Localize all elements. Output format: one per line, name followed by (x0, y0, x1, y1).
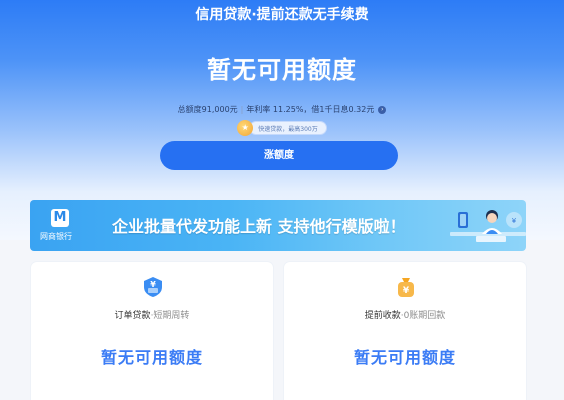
available-quota-status: 暂无可用额度 (207, 56, 357, 84)
svg-text:¥: ¥ (403, 286, 410, 296)
card-title: 订单贷款 (114, 311, 151, 321)
promo-banner[interactable]: M 网商银行 企业批量代发功能上新 支持他行模版啦！ ¥ (30, 200, 526, 251)
card-title: 提前收款 (364, 311, 401, 321)
card-subtitle: ·短期周转 (150, 311, 190, 321)
separator: | (240, 105, 244, 114)
info-arrow-icon[interactable]: › (378, 105, 387, 114)
early-collection-card[interactable]: ¥ 提前收款·0账期回款 暂无可用额度 (284, 262, 526, 400)
credit-info-line[interactable]: 总额度91,000元 | 年利率 11.25%，借1千日息0.32元 › (0, 104, 564, 115)
bank-logo: M 网商银行 (40, 209, 80, 243)
banner-headline: 企业批量代发功能上新 支持他行模版啦！ (112, 217, 406, 236)
card-quota-status: 暂无可用额度 (100, 348, 203, 367)
yuan-bag-icon: ¥ (398, 278, 414, 297)
page-title: 信用贷款·提前还款无手续费 (195, 7, 369, 23)
svg-text:¥: ¥ (512, 217, 517, 225)
rate-text: 年利率 11.25%，借1千日息0.32元 (246, 105, 375, 114)
shield-yuan-icon: ¥ (144, 277, 162, 297)
svg-text:¥: ¥ (150, 280, 156, 289)
order-loan-card[interactable]: ¥ 订单贷款·短期周转 暂无可用额度 (31, 262, 273, 400)
card-subtitle: ·0账期回款 (400, 311, 446, 321)
card-label: 订单贷款·短期周转 (31, 308, 273, 321)
total-quota-text: 总额度91,000元 (177, 105, 238, 114)
promo-tag: 快速贷款，最高300万 (249, 121, 327, 135)
card-label: 提前收款·0账期回款 (284, 308, 526, 321)
raise-quota-button[interactable]: 涨额度 (160, 141, 398, 170)
logo-text: 网商银行 (40, 232, 72, 241)
card-quota-status: 暂无可用额度 (353, 348, 456, 367)
support-agent-illustration: ¥ (450, 210, 526, 242)
logo-mark: M (51, 209, 69, 227)
promo-tag-row: ★ 快速贷款，最高300万 (0, 120, 564, 136)
